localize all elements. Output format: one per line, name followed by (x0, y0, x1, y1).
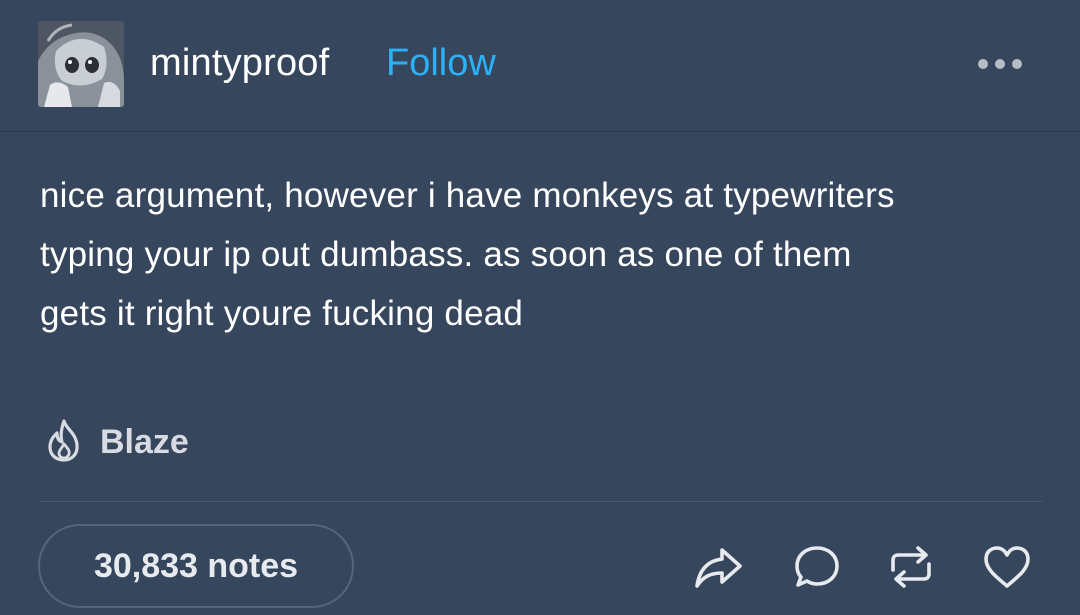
post-header: mintyproof Follow (0, 0, 1080, 132)
post-text-line: gets it right youre fucking dead (40, 294, 524, 333)
blaze-button[interactable]: Blaze (44, 418, 189, 466)
blaze-label: Blaze (100, 422, 189, 461)
footer-divider (40, 501, 1042, 502)
follow-button[interactable]: Follow (386, 42, 496, 85)
more-dots-icon[interactable] (970, 48, 1030, 80)
notes-count-button[interactable]: 30,833 notes (38, 524, 354, 608)
heart-icon[interactable] (980, 540, 1034, 594)
flame-icon (44, 418, 84, 467)
reblog-icon[interactable] (884, 540, 938, 594)
post-text-line: typing your ip out dumbass. as soon as o… (40, 235, 852, 274)
avatar[interactable] (38, 21, 124, 107)
post-body: nice argument, however i have monkeys at… (40, 166, 1050, 343)
post-text-line: nice argument, however i have monkeys at… (40, 176, 895, 215)
username[interactable]: mintyproof (150, 42, 329, 85)
speech-bubble-icon[interactable] (790, 540, 844, 594)
share-arrow-icon[interactable] (692, 540, 746, 594)
tumblr-post: mintyproof Follow nice argument, however… (0, 0, 1080, 615)
